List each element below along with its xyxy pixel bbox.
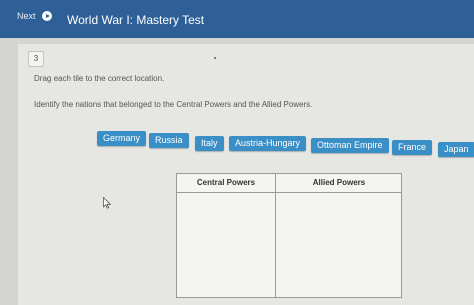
test-title: World War I: Mastery Test [67, 13, 205, 27]
allied-powers-drop-zone[interactable] [275, 193, 402, 297]
allied-powers-header: Allied Powers [275, 174, 402, 193]
question-prompt: Identify the nations that belonged to th… [34, 100, 313, 109]
central-powers-header: Central Powers [177, 174, 275, 193]
next-label: Next [17, 11, 36, 21]
tile-austria-hungary[interactable]: Austria-Hungary [229, 136, 307, 151]
central-powers-drop-zone[interactable] [177, 193, 275, 297]
tile-ottoman-empire[interactable]: Ottoman Empire [311, 138, 389, 153]
tile-italy[interactable]: Italy [195, 136, 224, 151]
top-bar: Next World War I: Mastery Test [0, 0, 474, 38]
divider-dot [214, 57, 216, 59]
question-number: 3 [28, 51, 44, 67]
instruction-text: Drag each tile to the correct location. [34, 74, 165, 83]
tile-france[interactable]: France [392, 140, 433, 155]
sorting-table: Central Powers Allied Powers [176, 173, 402, 298]
tile-russia[interactable]: Russia [149, 133, 189, 148]
next-button[interactable]: Next [17, 11, 52, 21]
tile-germany[interactable]: Germany [97, 131, 147, 146]
tile-japan[interactable]: Japan [438, 142, 474, 157]
mouse-cursor-icon [103, 197, 111, 209]
next-arrow-icon [41, 11, 52, 21]
question-panel: 3 Drag each tile to the correct location… [18, 44, 474, 305]
